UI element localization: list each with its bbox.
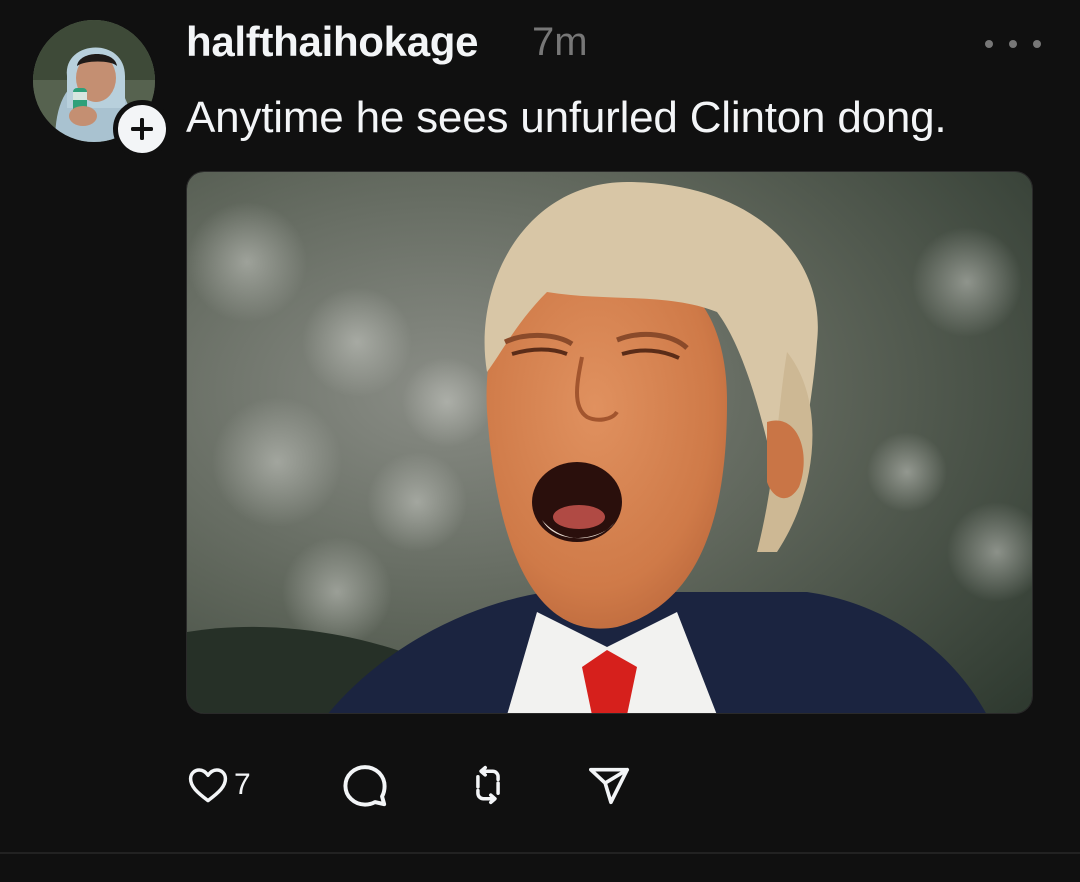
post-timestamp: 7m [532,20,588,64]
repost-icon [476,765,500,805]
author-username[interactable]: halfthaihokage [186,18,478,66]
reply-button[interactable] [340,760,390,810]
post-text: Anytime he sees unfurled Clinton dong. [186,93,947,142]
comment-icon [343,765,387,807]
heart-icon [188,768,228,803]
post-divider [0,852,1080,854]
post-actions: 7 [186,760,686,810]
more-horizontal-icon [1033,40,1041,48]
more-horizontal-icon [1009,40,1017,48]
photo-crying-man [187,172,1032,713]
more-options-button[interactable] [985,30,1041,58]
like-count: 7 [234,768,251,801]
follow-button[interactable] [113,100,171,158]
plus-icon [131,118,153,140]
share-button[interactable] [586,760,632,810]
author-avatar-wrap[interactable] [33,20,171,158]
like-button[interactable]: 7 [186,760,251,810]
send-icon [588,767,630,805]
more-horizontal-icon [985,40,993,48]
post-image[interactable] [186,171,1033,714]
repost-button[interactable] [466,760,510,810]
thread-post: halfthaihokage 7m Anytime he sees unfurl… [0,0,1080,882]
